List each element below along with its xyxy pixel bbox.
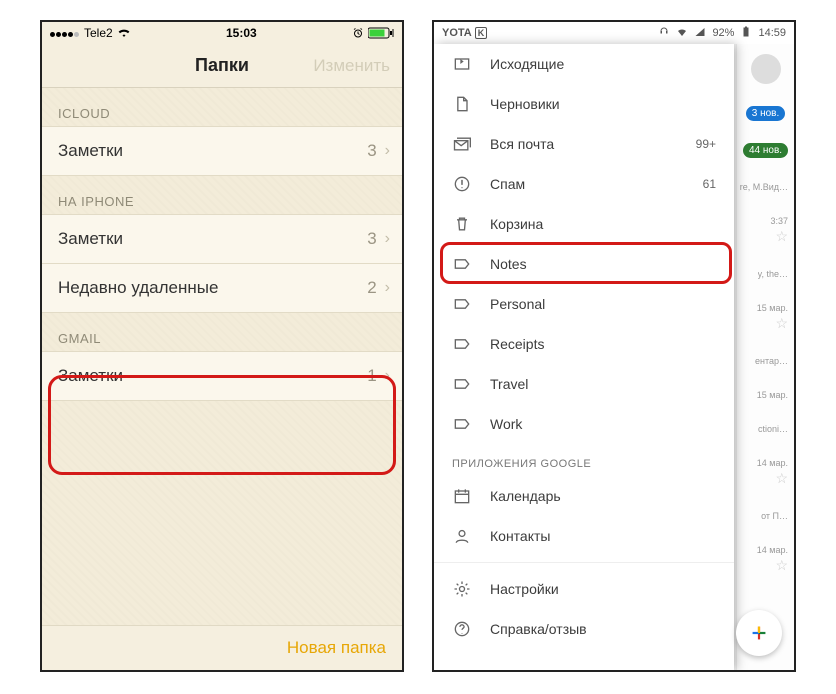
divider: [434, 562, 734, 563]
alarm-icon: [352, 27, 364, 39]
edit-button[interactable]: Изменить: [313, 56, 390, 76]
star-icon: ☆: [775, 557, 788, 574]
signal-icon: [694, 26, 706, 41]
page-title: Папки: [195, 55, 249, 76]
drawer-label: Корзина: [490, 216, 716, 232]
chevron-right-icon: ›: [385, 279, 390, 297]
plus-icon: [748, 622, 770, 644]
chevron-right-icon: ›: [385, 230, 390, 248]
carrier-label: YOTA: [442, 27, 472, 39]
carrier-label: Tele2: [84, 26, 113, 40]
folder-count: 2: [367, 278, 376, 298]
drawer-label: Travel: [490, 376, 716, 392]
star-icon: ☆: [775, 228, 788, 245]
help-icon: [452, 619, 472, 639]
chevron-right-icon: ›: [385, 142, 390, 160]
drawer-label: Вся почта: [490, 136, 678, 152]
label-icon: [452, 374, 472, 394]
folder-count: 1: [367, 366, 376, 386]
drawer-item-settings[interactable]: Настройки: [434, 569, 734, 609]
drawer-label: Notes: [490, 256, 716, 272]
folder-icloud-notes[interactable]: Заметки 3 ›: [42, 126, 402, 176]
wifi-icon: [676, 26, 688, 41]
drawer-item-outbox[interactable]: Исходящие: [434, 44, 734, 84]
folder-count: 3: [367, 229, 376, 249]
drawer-item-receipts[interactable]: Receipts: [434, 324, 734, 364]
gmail-drawer-screen: YOTA K 92% 14:59 3 нов. 44 нов. re, М.Ви: [432, 20, 796, 672]
trash-icon: [452, 214, 472, 234]
drawer-item-notes[interactable]: Notes: [434, 244, 734, 284]
star-icon: ☆: [775, 470, 788, 487]
drawer-label: Work: [490, 416, 716, 432]
calendar-icon: [452, 486, 472, 506]
badge-new-blue: 3 нов.: [746, 106, 786, 121]
label-icon: [452, 414, 472, 434]
wifi-icon: [117, 28, 131, 38]
drawer-item-drafts[interactable]: Черновики: [434, 84, 734, 124]
outbox-icon: [452, 54, 472, 74]
folder-label: Заметки: [58, 229, 367, 249]
spam-icon: [452, 174, 472, 194]
new-folder-button[interactable]: Новая папка: [287, 638, 386, 658]
section-header-icloud: ICLOUD: [42, 88, 402, 127]
folder-count: 3: [367, 141, 376, 161]
drawer-label: Спам: [490, 176, 685, 192]
folder-gmail-notes[interactable]: Заметки 1 ›: [42, 351, 402, 401]
drawer-label: Настройки: [490, 581, 716, 597]
gmail-drawer: Исходящие Черновики Вся почта 99+ Спам 6…: [434, 44, 734, 670]
clock-label: 15:03: [226, 26, 257, 40]
drawer-count: 99+: [696, 137, 716, 151]
drawer-label: Справка/отзыв: [490, 621, 716, 637]
drawer-item-trash[interactable]: Корзина: [434, 204, 734, 244]
mail-list-peek: 3 нов. 44 нов. re, М.Вид… 3:37☆ y, the… …: [736, 44, 794, 670]
ios-toolbar: Новая папка: [42, 625, 402, 670]
android-status-bar: YOTA K 92% 14:59: [434, 22, 794, 44]
drawer-item-allmail[interactable]: Вся почта 99+: [434, 124, 734, 164]
drawer-header-apps: ПРИЛОЖЕНИЯ GOOGLE: [434, 444, 734, 476]
label-icon: [452, 294, 472, 314]
label-icon: [452, 254, 472, 274]
battery-icon: [368, 27, 394, 39]
drawer-label: Черновики: [490, 96, 716, 112]
folder-label: Заметки: [58, 141, 367, 161]
k-icon: K: [475, 27, 488, 39]
avatar: [751, 54, 781, 84]
drawer-item-contacts[interactable]: Контакты: [434, 516, 734, 556]
drawer-item-personal[interactable]: Personal: [434, 284, 734, 324]
drawer-item-travel[interactable]: Travel: [434, 364, 734, 404]
chevron-right-icon: ›: [385, 367, 390, 385]
section-header-iphone: НА IPHONE: [42, 176, 402, 215]
folder-iphone-deleted[interactable]: Недавно удаленные 2 ›: [42, 263, 402, 313]
badge-new-green: 44 нов.: [743, 143, 788, 158]
section-header-gmail: GMAIL: [42, 313, 402, 352]
drawer-label: Исходящие: [490, 56, 716, 72]
ios-nav-bar: Папки Изменить: [42, 44, 402, 88]
drawer-item-calendar[interactable]: Календарь: [434, 476, 734, 516]
drawer-label: Контакты: [490, 528, 716, 544]
compose-fab[interactable]: [736, 610, 782, 656]
drawer-label: Personal: [490, 296, 716, 312]
drawer-item-work[interactable]: Work: [434, 404, 734, 444]
label-icon: [452, 334, 472, 354]
drawer-label: Receipts: [490, 336, 716, 352]
drawer-item-spam[interactable]: Спам 61: [434, 164, 734, 204]
gear-icon: [452, 579, 472, 599]
battery-icon: [740, 26, 752, 41]
drawer-label: Календарь: [490, 488, 716, 504]
allmail-icon: [452, 134, 472, 154]
ios-notes-screen: Tele2 15:03 Папки Изменить ICLOUD: [40, 20, 404, 672]
folder-label: Заметки: [58, 366, 367, 386]
signal-dots-icon: [50, 26, 80, 40]
ios-status-bar: Tele2 15:03: [42, 22, 402, 44]
battery-percent: 92%: [712, 27, 734, 39]
draft-icon: [452, 94, 472, 114]
clock-label: 14:59: [758, 27, 786, 39]
drawer-item-help[interactable]: Справка/отзыв: [434, 609, 734, 649]
folder-label: Недавно удаленные: [58, 278, 367, 298]
headset-icon: [658, 26, 670, 41]
drawer-count: 61: [703, 177, 716, 191]
star-icon: ☆: [775, 315, 788, 332]
contacts-icon: [452, 526, 472, 546]
folder-iphone-notes[interactable]: Заметки 3 ›: [42, 214, 402, 264]
